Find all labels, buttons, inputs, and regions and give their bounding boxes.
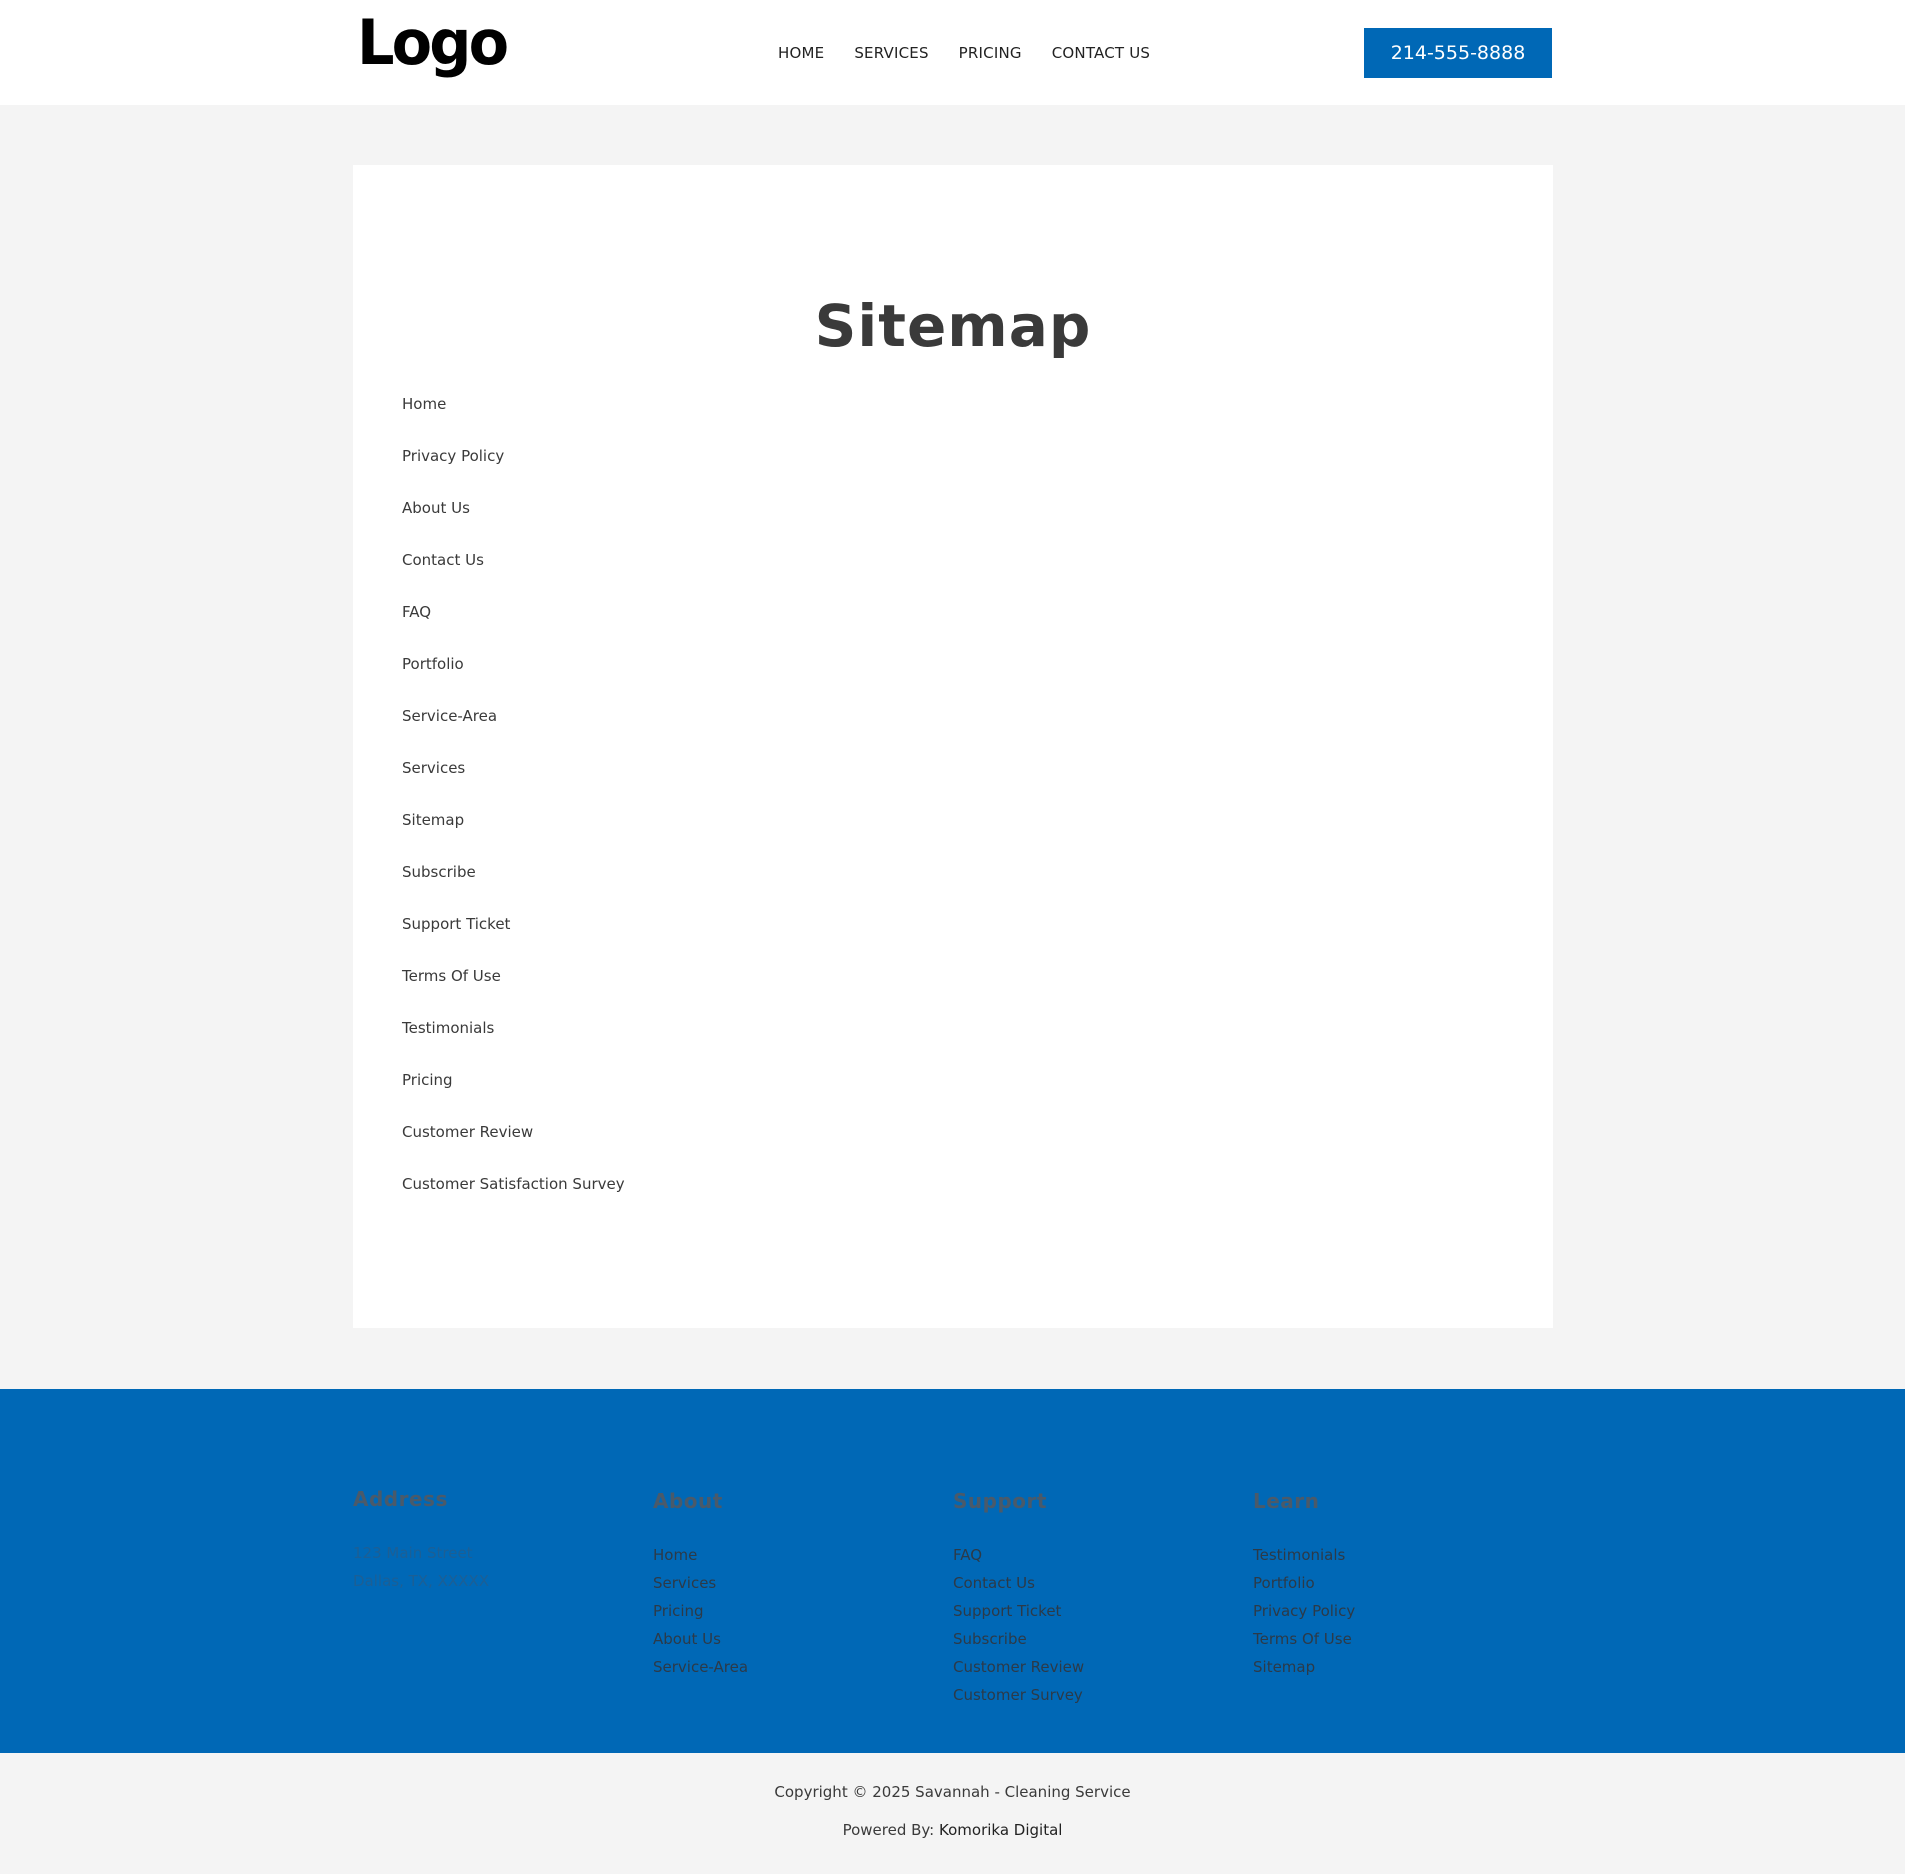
list-item: Testimonials <box>402 1021 625 1073</box>
nav-services[interactable]: SERVICES <box>854 44 928 62</box>
list-item: Sitemap <box>402 813 625 865</box>
footer-link-subscribe[interactable]: Subscribe <box>953 1630 1027 1648</box>
footer-address-title: Address <box>353 1487 448 1511</box>
list-item: Support Ticket <box>402 917 625 969</box>
list-item: Home <box>402 397 625 449</box>
footer-link-sitemap[interactable]: Sitemap <box>1253 1658 1315 1676</box>
sitemap-card: Sitemap Home Privacy Policy About Us Con… <box>353 165 1553 1328</box>
phone-button[interactable]: 214-555-8888 <box>1364 28 1552 78</box>
copyright-bar: Copyright © 2025 Savannah - Cleaning Ser… <box>0 1753 1905 1874</box>
footer-learn-title: Learn <box>1253 1489 1320 1513</box>
powered-by: Powered By: Komorika Digital <box>0 1821 1905 1839</box>
sitemap-link-service-area[interactable]: Service-Area <box>402 707 497 725</box>
sitemap-link-customer-review[interactable]: Customer Review <box>402 1123 533 1141</box>
site-logo[interactable]: Logo <box>357 12 509 74</box>
list-item: About Us <box>402 501 625 553</box>
footer-support-title: Support <box>953 1489 1047 1513</box>
sitemap-link-pricing[interactable]: Pricing <box>402 1071 453 1089</box>
footer-about: About Home Services Pricing About Us Ser… <box>653 1489 933 1681</box>
footer-link-support-ticket[interactable]: Support Ticket <box>953 1602 1061 1620</box>
footer-link-portfolio[interactable]: Portfolio <box>1253 1574 1315 1592</box>
footer-link-terms-of-use[interactable]: Terms Of Use <box>1253 1630 1352 1648</box>
footer-support: Support FAQ Contact Us Support Ticket Su… <box>953 1489 1233 1709</box>
list-item: Subscribe <box>402 865 625 917</box>
sitemap-link-support-ticket[interactable]: Support Ticket <box>402 915 510 933</box>
main-nav: HOME SERVICES PRICING CONTACT US <box>778 44 1150 62</box>
nav-pricing[interactable]: PRICING <box>959 44 1022 62</box>
sitemap-link-subscribe[interactable]: Subscribe <box>402 863 476 881</box>
list-item: FAQ <box>402 605 625 657</box>
footer-link-privacy-policy[interactable]: Privacy Policy <box>1253 1602 1355 1620</box>
address-line: Dallas, TX, XXXXX <box>353 1572 489 1590</box>
footer-link-testimonials[interactable]: Testimonials <box>1253 1546 1345 1564</box>
footer-link-services[interactable]: Services <box>653 1574 716 1592</box>
list-item: Portfolio <box>402 657 625 709</box>
sitemap-list: Home Privacy Policy About Us Contact Us … <box>402 397 625 1229</box>
sitemap-link-sitemap[interactable]: Sitemap <box>402 811 464 829</box>
footer-link-about-us[interactable]: About Us <box>653 1630 721 1648</box>
list-item: Terms Of Use <box>402 969 625 1021</box>
address-line: 123 Main Street <box>353 1544 473 1562</box>
list-item: Privacy Policy <box>402 449 625 501</box>
sitemap-link-testimonials[interactable]: Testimonials <box>402 1019 494 1037</box>
sitemap-link-about-us[interactable]: About Us <box>402 499 470 517</box>
footer-link-faq[interactable]: FAQ <box>953 1546 982 1564</box>
powered-by-label: Powered By: <box>842 1821 940 1839</box>
sitemap-link-home[interactable]: Home <box>402 395 446 413</box>
list-item: Service-Area <box>402 709 625 761</box>
sitemap-link-terms-of-use[interactable]: Terms Of Use <box>402 967 501 985</box>
list-item: Pricing <box>402 1073 625 1125</box>
list-item: Customer Satisfaction Survey <box>402 1177 625 1229</box>
list-item: Contact Us <box>402 553 625 605</box>
footer-link-customer-survey[interactable]: Customer Survey <box>953 1686 1083 1704</box>
list-item: Customer Review <box>402 1125 625 1177</box>
sitemap-link-portfolio[interactable]: Portfolio <box>402 655 464 673</box>
nav-home[interactable]: HOME <box>778 44 824 62</box>
footer-address: Address 123 Main Street Dallas, TX, XXXX… <box>353 1487 633 1595</box>
site-header: Logo HOME SERVICES PRICING CONTACT US 21… <box>0 0 1905 105</box>
footer-link-service-area[interactable]: Service-Area <box>653 1658 748 1676</box>
footer-link-contact-us[interactable]: Contact Us <box>953 1574 1035 1592</box>
footer-learn: Learn Testimonials Portfolio Privacy Pol… <box>1253 1489 1533 1681</box>
sitemap-link-faq[interactable]: FAQ <box>402 603 431 621</box>
powered-by-link[interactable]: Komorika Digital <box>939 1821 1062 1839</box>
footer-link-home[interactable]: Home <box>653 1546 697 1564</box>
footer-link-pricing[interactable]: Pricing <box>653 1602 704 1620</box>
footer-about-title: About <box>653 1489 723 1513</box>
sitemap-link-customer-satisfaction-survey[interactable]: Customer Satisfaction Survey <box>402 1175 625 1193</box>
site-footer: Address 123 Main Street Dallas, TX, XXXX… <box>0 1389 1905 1753</box>
nav-contact-us[interactable]: CONTACT US <box>1052 44 1150 62</box>
list-item: Services <box>402 761 625 813</box>
sitemap-link-contact-us[interactable]: Contact Us <box>402 551 484 569</box>
sitemap-link-services[interactable]: Services <box>402 759 465 777</box>
page-title: Sitemap <box>814 292 1092 360</box>
footer-link-customer-review[interactable]: Customer Review <box>953 1658 1084 1676</box>
sitemap-link-privacy-policy[interactable]: Privacy Policy <box>402 447 504 465</box>
copyright-text: Copyright © 2025 Savannah - Cleaning Ser… <box>774 1783 1131 1801</box>
